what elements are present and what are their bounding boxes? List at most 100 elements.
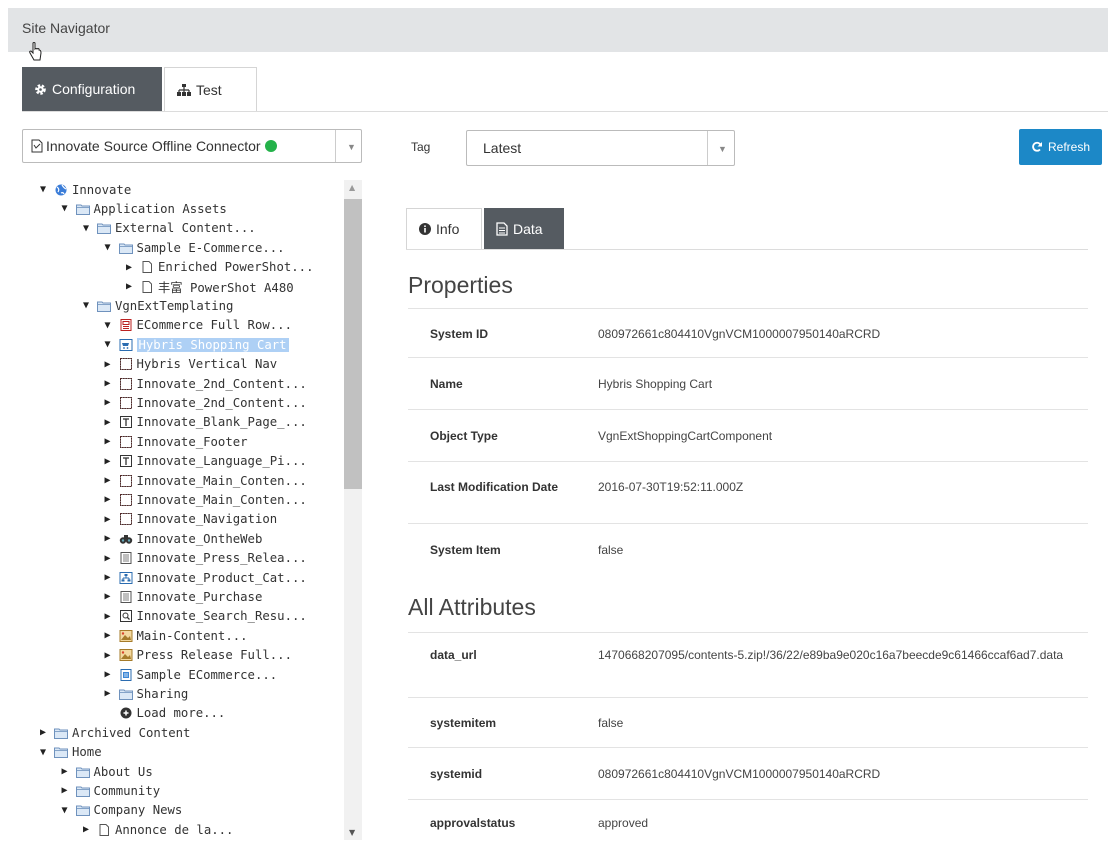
collapse-right-icon[interactable]: ▶ bbox=[105, 669, 116, 680]
collapse-right-icon[interactable]: ▶ bbox=[83, 824, 94, 835]
collapse-right-icon[interactable]: ▶ bbox=[62, 785, 73, 796]
tree-item[interactable]: ▶ Sharing bbox=[105, 684, 189, 703]
folder-icon bbox=[118, 242, 133, 254]
tree-item[interactable]: ▼ External Content... bbox=[83, 219, 256, 238]
expand-down-icon[interactable]: ▼ bbox=[105, 320, 116, 331]
tree-item-label: Hybris Shopping Cart bbox=[136, 337, 289, 352]
attributes-title: All Attributes bbox=[408, 594, 536, 620]
collapse-right-icon[interactable]: ▶ bbox=[105, 494, 116, 505]
tree-item[interactable]: ▶ Annonce de la... bbox=[83, 820, 233, 839]
tree-item-label: Innovate_2nd_Content... bbox=[136, 395, 307, 410]
collapse-right-icon[interactable]: ▶ bbox=[105, 630, 116, 641]
tree-item[interactable]: ▶ Sample ECommerce... bbox=[105, 665, 278, 684]
tree-item[interactable]: ▶ Archived Content bbox=[40, 723, 190, 742]
text-icon bbox=[119, 455, 133, 468]
tab-test[interactable]: Test bbox=[164, 67, 257, 111]
tab-data[interactable]: Data bbox=[484, 208, 564, 250]
collapse-right-icon[interactable]: ▶ bbox=[105, 378, 116, 389]
expand-down-icon[interactable]: ▼ bbox=[83, 223, 94, 234]
tree-item[interactable]: ▶ Community bbox=[62, 781, 161, 800]
tree-item[interactable]: ▶ Innovate_Purchase bbox=[105, 587, 263, 606]
collapse-right-icon[interactable]: ▶ bbox=[105, 591, 116, 602]
tag-select[interactable]: Latest ▼ bbox=[466, 130, 735, 166]
tree-item[interactable]: ▶ Innovate_2nd_Content... bbox=[105, 374, 307, 393]
tree-item[interactable]: ▶ Main-Content... bbox=[105, 626, 248, 645]
collapse-right-icon[interactable]: ▶ bbox=[105, 514, 116, 525]
folder-icon bbox=[75, 766, 90, 778]
tree-item[interactable]: ▶ Innovate_Blank_Page_... bbox=[105, 413, 307, 432]
tree-item[interactable]: ▶ 丰富 PowerShot A480 bbox=[126, 277, 294, 296]
expand-down-icon[interactable]: ▼ bbox=[105, 339, 116, 350]
property-row: Object Type VgnExtShoppingCartComponent bbox=[408, 409, 1088, 461]
collapse-right-icon[interactable]: ▶ bbox=[105, 397, 116, 408]
expand-down-icon[interactable]: ▼ bbox=[62, 805, 73, 816]
collapse-right-icon[interactable]: ▶ bbox=[105, 417, 116, 428]
expand-down-icon[interactable]: ▼ bbox=[40, 747, 51, 758]
collapse-right-icon[interactable]: ▶ bbox=[105, 553, 116, 564]
scroll-up-icon[interactable]: ▲ bbox=[349, 183, 355, 192]
collapse-right-icon[interactable]: ▶ bbox=[105, 359, 116, 370]
tree-item[interactable]: ▼ Hybris Shopping Cart bbox=[105, 335, 289, 354]
tab-configuration[interactable]: Configuration bbox=[22, 67, 162, 111]
expand-down-icon[interactable]: ▼ bbox=[62, 203, 73, 214]
tree-item[interactable]: ▶ Enriched PowerShot... bbox=[126, 258, 313, 277]
tree-item-label: Innovate_Main_Conten... bbox=[136, 473, 307, 488]
tree-item[interactable]: ▼ Innovate bbox=[40, 180, 131, 199]
property-key: Last Modification Date bbox=[430, 480, 559, 494]
tree-item[interactable]: ▶ Innovate_Press_Relea... bbox=[105, 549, 307, 568]
collapse-right-icon[interactable]: ▶ bbox=[105, 436, 116, 447]
tree-item[interactable]: Load more... bbox=[105, 704, 225, 723]
tree-item[interactable]: ▶ Innovate_2nd_Content... bbox=[105, 393, 307, 412]
detail-tabs-divider bbox=[406, 249, 1088, 250]
page-title: Site Navigator bbox=[22, 20, 110, 36]
tree-item[interactable]: ▶ Innovate_Product_Cat... bbox=[105, 568, 307, 587]
property-row: System ID 080972661c804410VgnVCM100000795… bbox=[408, 308, 1088, 357]
tree-item[interactable]: ▶ About Us bbox=[62, 762, 153, 781]
tree-item[interactable]: ▼ Home bbox=[40, 743, 102, 762]
collapse-right-icon[interactable]: ▶ bbox=[40, 727, 51, 738]
connector-select[interactable]: Innovate Source Offline Connector ▼ bbox=[22, 129, 362, 163]
tree-item[interactable]: ▶ Press Release Full... bbox=[105, 646, 292, 665]
tree-scroll-thumb[interactable] bbox=[344, 199, 362, 489]
expand-down-icon[interactable]: ▼ bbox=[83, 300, 94, 311]
refresh-button[interactable]: Refresh bbox=[1019, 129, 1102, 165]
tree-item[interactable]: ▶ Innovate_Language_Pi... bbox=[105, 452, 307, 471]
tree-item[interactable]: ▶ Innovate_Footer bbox=[105, 432, 248, 451]
sitemap-icon bbox=[177, 83, 191, 96]
tree-item-label: Innovate_Purchase bbox=[136, 589, 263, 604]
tree-item[interactable]: ▶ Innovate_Main_Conten... bbox=[105, 471, 307, 490]
tab-test-label: Test bbox=[196, 81, 222, 98]
collapse-right-icon[interactable]: ▶ bbox=[105, 688, 116, 699]
collapse-right-icon[interactable]: ▶ bbox=[126, 281, 137, 292]
tree-item-label: Home bbox=[72, 745, 102, 760]
tree-item[interactable]: ▼ Company News bbox=[62, 801, 183, 820]
collapse-right-icon[interactable]: ▶ bbox=[105, 650, 116, 661]
tab-info[interactable]: Info bbox=[406, 208, 482, 250]
chevron-down-icon: ▼ bbox=[347, 142, 356, 152]
tree-item[interactable]: ▶ Innovate_Main_Conten... bbox=[105, 490, 307, 509]
collapse-right-icon[interactable]: ▶ bbox=[105, 475, 116, 486]
collapse-right-icon[interactable]: ▶ bbox=[105, 611, 116, 622]
tree-item[interactable]: ▼ VgnExtTemplating bbox=[83, 296, 233, 315]
tree-item[interactable]: ▶ Innovate_OntheWeb bbox=[105, 529, 263, 548]
expand-down-icon[interactable]: ▼ bbox=[105, 242, 116, 253]
property-key: Object Type bbox=[430, 429, 498, 443]
tree-item[interactable]: ▼ ECommerce Full Row... bbox=[105, 316, 292, 335]
tree-item[interactable]: ▼ Sample E-Commerce... bbox=[105, 238, 285, 257]
scroll-down-icon[interactable]: ▼ bbox=[349, 828, 355, 837]
collapse-right-icon[interactable]: ▶ bbox=[62, 766, 73, 777]
tree-item[interactable]: ▶ Hybris Vertical Nav bbox=[105, 355, 278, 374]
collapse-right-icon[interactable]: ▶ bbox=[126, 262, 137, 273]
collapse-right-icon[interactable]: ▶ bbox=[105, 572, 116, 583]
tree-item[interactable]: ▶ Innovate_Navigation bbox=[105, 510, 278, 529]
tree-item[interactable]: ▼ Application Assets bbox=[62, 199, 227, 218]
collapse-right-icon[interactable]: ▶ bbox=[105, 456, 116, 467]
tree-item[interactable]: ▶ Innovate_Search_Resu... bbox=[105, 607, 307, 626]
region-icon bbox=[119, 513, 133, 526]
collapse-right-icon[interactable]: ▶ bbox=[105, 533, 116, 544]
page-icon bbox=[97, 823, 111, 836]
property-value: 080972661c804410VgnVCM1000007950140aRCRD bbox=[598, 326, 881, 341]
template-icon bbox=[119, 319, 133, 332]
tree-item-label: Innovate bbox=[72, 182, 132, 197]
expand-down-icon[interactable]: ▼ bbox=[40, 184, 51, 195]
